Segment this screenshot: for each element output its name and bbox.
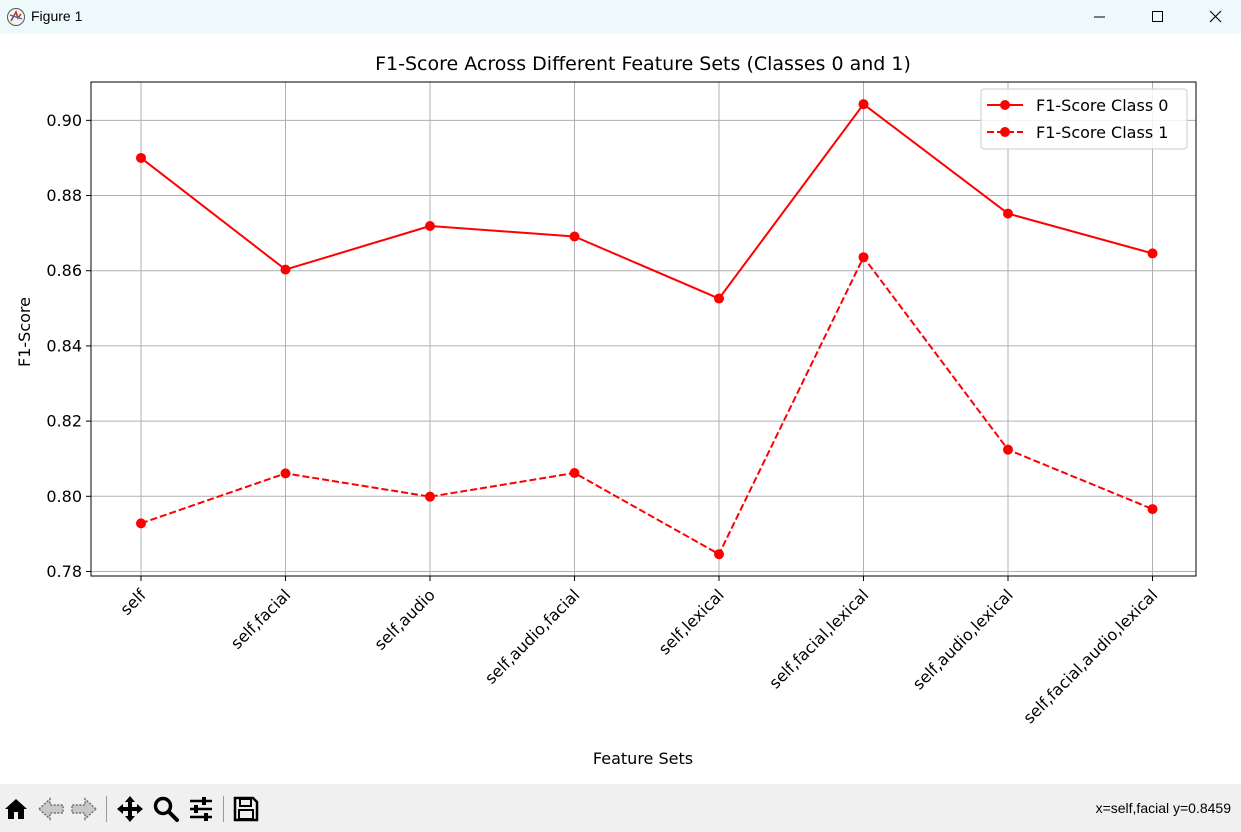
x-tick-label: self,facial,audio,lexical [1019, 585, 1161, 727]
y-tick-label: 0.80 [46, 487, 82, 506]
x-tick-label: self [116, 585, 150, 619]
legend: F1-Score Class 0 F1-Score Class 1 [980, 88, 1188, 150]
back-button[interactable] [36, 794, 66, 824]
y-tick-label: 0.82 [46, 412, 82, 431]
x-tick-label: self,facial,lexical [765, 585, 872, 692]
y-axis-label: F1-Score [15, 297, 34, 367]
legend-label-class-1: F1-Score Class 1 [1036, 123, 1168, 142]
maximize-button[interactable] [1129, 0, 1187, 34]
save-button[interactable] [231, 794, 261, 824]
data-point-class-0 [425, 220, 435, 231]
home-button[interactable] [1, 794, 31, 824]
x-tick-label: self,audio [370, 585, 438, 653]
legend-label-class-0: F1-Score Class 0 [1036, 96, 1168, 115]
data-point-class-0 [858, 99, 869, 110]
plot-frame [90, 81, 1197, 577]
data-point-class-1 [136, 518, 146, 529]
series-lines [136, 99, 1158, 560]
toolbar-separator [106, 796, 107, 822]
data-point-class-0 [569, 231, 580, 242]
home-icon [5, 799, 27, 819]
data-point-class-0 [1147, 248, 1158, 259]
y-tick-label: 0.88 [46, 186, 82, 205]
grid-lines [91, 82, 1196, 576]
pan-button[interactable] [115, 794, 145, 824]
legend-marker-class-0 [1000, 100, 1010, 110]
data-point-class-0 [1003, 208, 1013, 219]
data-point-class-1 [858, 252, 869, 263]
data-point-class-1 [714, 549, 724, 560]
forward-icon [71, 797, 98, 821]
y-tick-label: 0.90 [46, 111, 82, 130]
configure-subplots-icon [190, 797, 212, 821]
legend-marker-class-1 [1000, 127, 1010, 137]
window-title: Figure 1 [31, 8, 83, 24]
y-tick-label: 0.78 [46, 562, 82, 581]
x-tick-label: self,lexical [655, 585, 728, 658]
forward-button[interactable] [69, 794, 99, 824]
minimize-button[interactable] [1071, 0, 1129, 34]
navigation-toolbar: x=self,facial y=0.8459 [0, 784, 1241, 832]
minimize-icon [1094, 16, 1105, 18]
data-point-class-1 [1147, 504, 1158, 515]
data-point-class-0 [714, 293, 724, 304]
save-icon [233, 796, 259, 822]
series-line-class-1 [140, 256, 1153, 556]
x-tick-label: self,audio,facial [481, 585, 583, 687]
x-tick-label: self,facial [227, 585, 294, 652]
x-tick-label: self,audio,lexical [909, 585, 1017, 693]
toolbar-separator [223, 796, 224, 822]
figure-canvas[interactable]: self self,facial self,audio self,audio,faci… [0, 34, 1241, 784]
zoom-icon [153, 796, 179, 822]
data-point-class-0 [280, 264, 291, 275]
data-point-class-1 [280, 468, 291, 479]
close-icon [1209, 10, 1222, 23]
data-point-class-1 [1003, 444, 1013, 455]
y-tick-label: 0.86 [46, 261, 82, 280]
chart-title: F1-Score Across Different Feature Sets (… [375, 53, 911, 75]
zoom-button[interactable] [151, 794, 181, 824]
y-tick-label: 0.84 [46, 336, 82, 355]
data-point-class-1 [425, 491, 435, 502]
pan-icon [117, 796, 143, 822]
close-button[interactable] [1187, 0, 1241, 34]
back-icon [37, 797, 64, 821]
line-chart: self self,facial self,audio self,audio,faci… [15, 53, 1197, 768]
data-point-class-1 [569, 467, 580, 478]
cursor-coordinate-readout: x=self,facial y=0.8459 [1095, 800, 1231, 816]
configure-subplots-button[interactable] [186, 794, 216, 824]
figure-app-icon [7, 8, 25, 26]
window-titlebar: Figure 1 [0, 0, 1241, 34]
x-axis-label: Feature Sets [593, 749, 693, 768]
data-point-class-0 [136, 152, 146, 163]
maximize-icon [1152, 11, 1163, 22]
